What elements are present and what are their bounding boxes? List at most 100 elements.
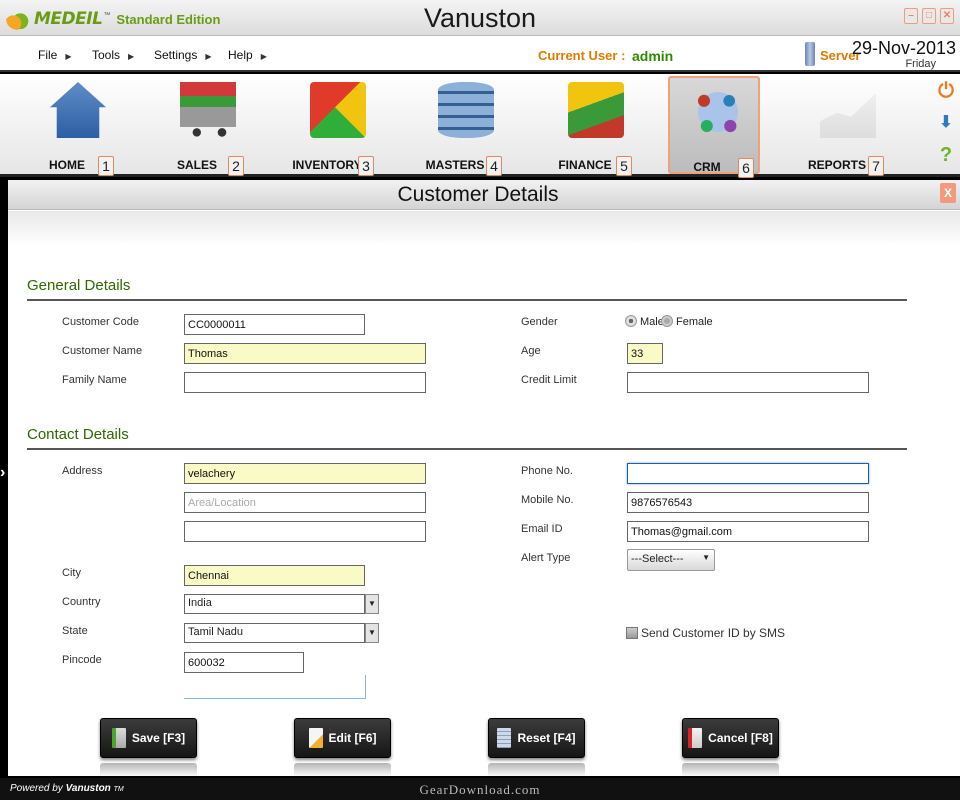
send-sms-label: Send Customer ID by SMS [641,626,786,640]
money-icon [568,82,624,138]
send-sms-checkbox[interactable] [626,627,638,639]
save-label: Save [F3] [131,731,186,745]
module-reports[interactable]: REPORTS 7 [800,76,892,176]
home-icon [50,82,106,138]
reset-icon [497,728,512,748]
shortcut-key: 7 [868,156,884,176]
phone-label: Phone No. [521,465,573,477]
button-reflection [100,763,197,777]
module-crm[interactable]: CRM 6 [668,76,760,178]
menu-help-label: Help [228,48,253,62]
current-day: Friday [905,58,936,70]
chevron-down-icon[interactable]: ▼ [365,623,379,643]
credit-limit-label: Credit Limit [521,374,577,386]
gender-male-radio[interactable] [625,315,637,327]
customer-name-input[interactable] [184,343,426,364]
edit-label: Edit [F6] [328,731,377,745]
minimize-button[interactable]: – [904,8,918,24]
save-button[interactable]: Save [F3] [100,718,197,758]
reset-button[interactable]: Reset [F4] [488,718,585,758]
chevron-down-icon[interactable]: ▼ [365,594,379,614]
close-window-button[interactable]: ✕ [940,8,954,24]
menu-tools-label: Tools [92,48,121,62]
panel-subheader [8,211,960,245]
menu-file[interactable]: File ▶ [38,48,72,62]
edition-label: Standard Edition [116,11,221,27]
address-line1-input[interactable] [184,463,426,484]
pincode-label: Pincode [62,654,102,666]
email-label: Email ID [521,523,563,535]
mobile-label: Mobile No. [521,494,574,506]
maximize-button[interactable]: □ [922,8,936,24]
country-select[interactable]: India [184,594,365,614]
brand-name: MEDEIL [34,9,103,29]
address-label: Address [62,465,103,477]
arrow-right-icon: ▶ [260,52,267,61]
button-reflection [294,763,391,777]
extra-field [184,675,366,699]
section-divider [27,448,907,450]
credit-limit-input[interactable] [627,372,869,393]
state-select[interactable]: Tamil Nadu [184,623,365,643]
module-inventory[interactable]: INVENTORY 3 [290,76,382,176]
mobile-input[interactable] [627,492,869,513]
customer-name-label: Customer Name [62,345,143,357]
shortcut-key: 1 [98,156,114,176]
module-label: MASTERS [425,158,485,172]
alert-type-select[interactable]: ---Select--- ▼ [627,549,715,571]
button-reflection [488,763,585,777]
save-icon [111,728,126,748]
module-label: FINANCE [558,158,612,172]
module-label: REPORTS [807,158,866,172]
side-icons: ⏻ ⬇ ? [936,80,956,176]
arrow-right-icon: ▶ [205,52,212,61]
panel-close-button[interactable]: X [940,183,956,203]
boxes-icon [310,82,366,138]
customer-code-input[interactable] [184,314,365,335]
menu-help[interactable]: Help ▶ [228,48,267,62]
server-icon [805,42,815,66]
alert-type-value: ---Select--- [631,553,684,565]
address-line2-input[interactable] [184,492,426,513]
family-name-input[interactable] [184,372,426,393]
download-icon[interactable]: ⬇ [936,112,956,134]
edit-button[interactable]: Edit [F6] [294,718,391,758]
gender-female-label: Female [676,316,713,328]
country-label: Country [62,596,101,608]
module-label: HOME [49,158,85,172]
cart-icon [180,82,236,138]
shortcut-key: 4 [486,156,502,176]
module-finance[interactable]: FINANCE 5 [548,76,640,176]
help-icon[interactable]: ? [936,144,956,166]
reset-label: Reset [F4] [517,731,576,745]
shortcut-key: 3 [358,156,374,176]
button-reflection [682,763,779,777]
age-input[interactable] [627,343,663,364]
city-label: City [62,567,81,579]
module-home[interactable]: HOME 1 [30,76,122,176]
menu-settings[interactable]: Settings ▶ [154,48,212,62]
chart-icon [820,93,876,138]
title-bar: MEDEIL ™ Standard Edition Vanuston – □ ✕ [0,0,960,36]
family-name-label: Family Name [62,374,127,386]
power-icon[interactable]: ⏻ [936,80,956,102]
trademark: ™ [103,11,111,19]
module-masters[interactable]: MASTERS 4 [418,76,510,176]
collapse-arrow-icon[interactable]: › [0,464,8,482]
module-sales[interactable]: SALES 2 [160,76,252,176]
email-input[interactable] [627,521,869,542]
shortcut-key: 6 [738,158,754,178]
edit-icon [308,728,323,748]
cancel-icon [688,728,703,748]
panel-title: Customer Details [397,183,559,206]
cancel-button[interactable]: Cancel [F8] [682,718,779,758]
module-label: SALES [176,158,217,172]
module-label: CRM [693,160,721,174]
pincode-input[interactable] [184,652,304,673]
city-input[interactable] [184,565,365,586]
phone-input[interactable] [627,463,869,484]
gender-female-radio[interactable] [661,315,673,327]
menu-tools[interactable]: Tools ▶ [92,48,134,62]
database-icon [438,82,494,138]
address-line3-input[interactable] [184,521,426,542]
